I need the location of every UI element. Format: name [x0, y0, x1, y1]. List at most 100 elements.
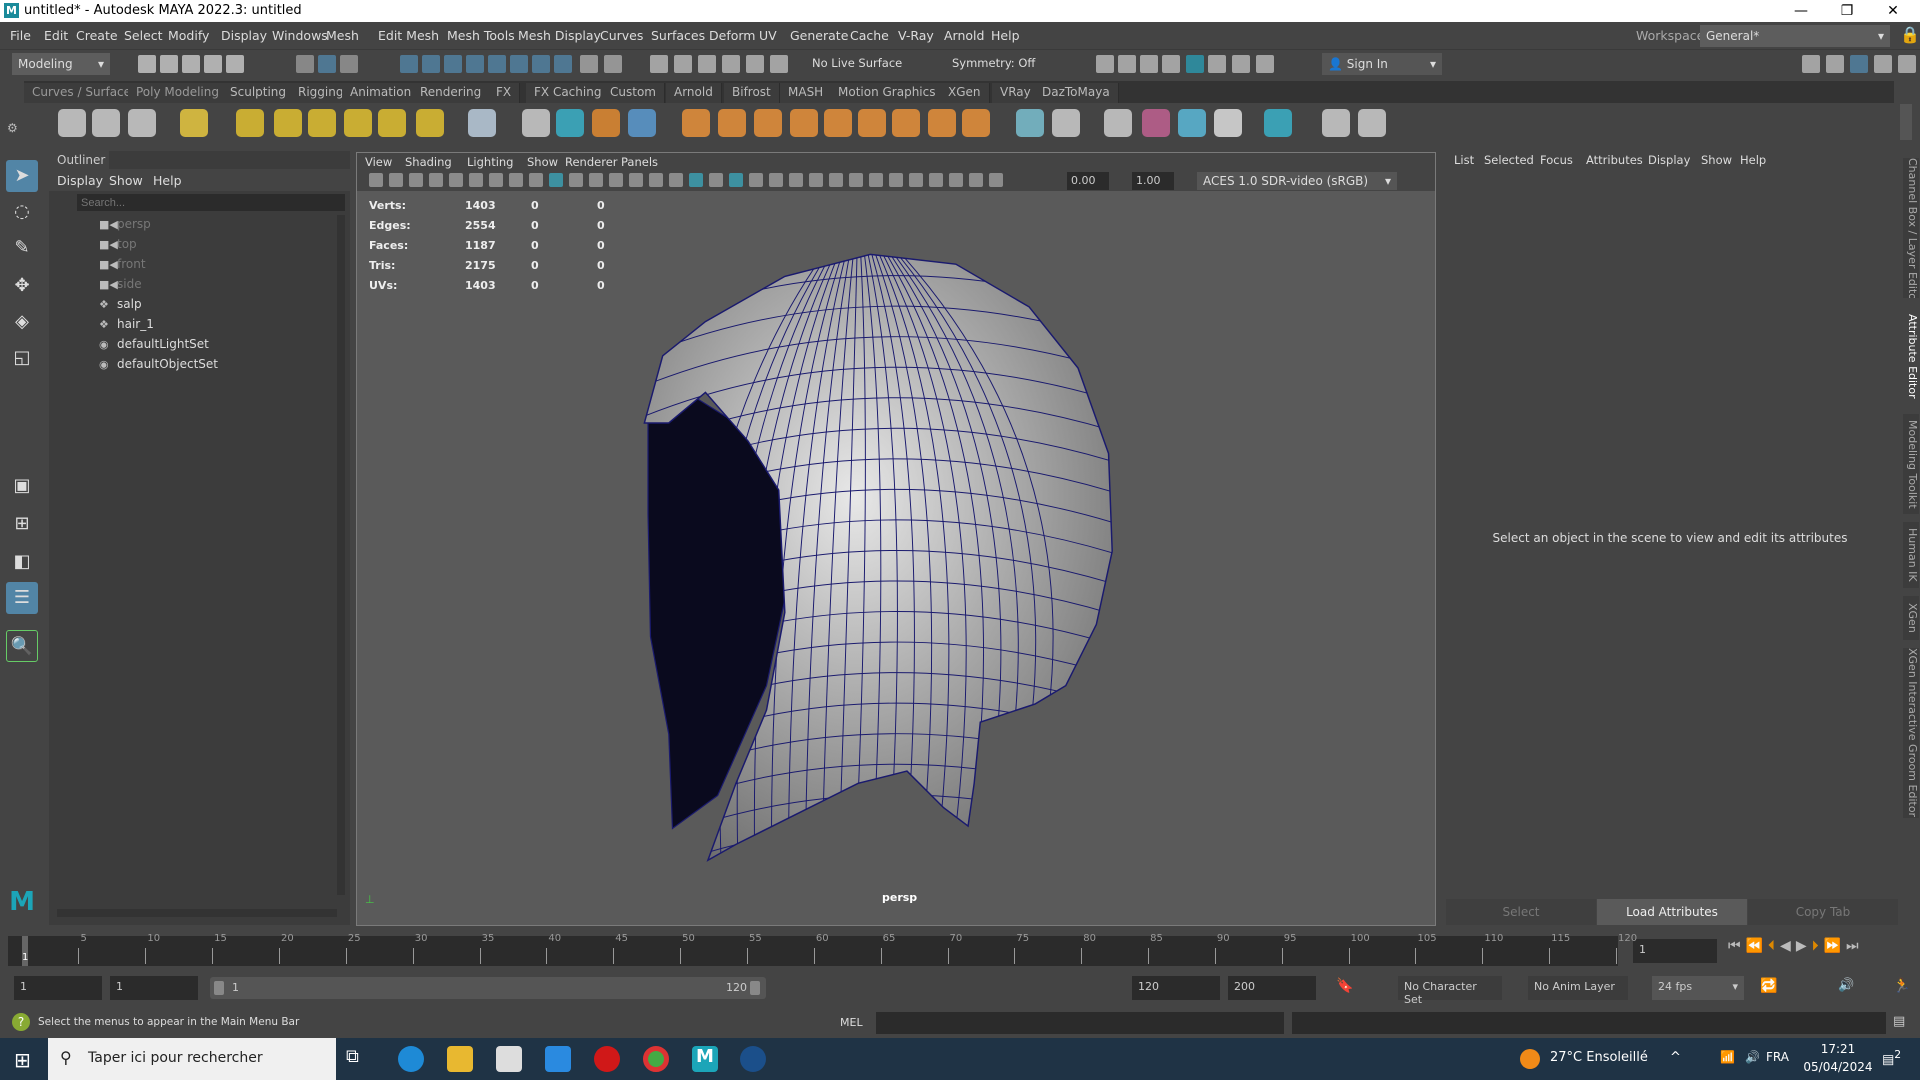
menu-select[interactable]: Select — [124, 28, 163, 43]
menu-create[interactable]: Create — [76, 28, 118, 43]
channel-box-toggle-icon[interactable] — [1898, 55, 1916, 73]
menu-edit-mesh[interactable]: Edit Mesh — [378, 28, 439, 43]
new-scene-icon[interactable] — [138, 55, 156, 73]
sun-light-icon[interactable] — [416, 109, 444, 137]
live-surface-label[interactable]: No Live Surface — [812, 56, 902, 70]
outliner-tab[interactable]: Outliner — [49, 151, 109, 169]
outliner-item[interactable]: ■◀top — [99, 237, 137, 251]
sphere-light-icon[interactable] — [308, 109, 336, 137]
hypershade-icon[interactable] — [1186, 55, 1204, 73]
outliner-menu-show[interactable]: Show — [109, 173, 143, 188]
shelf-tab-animation[interactable]: Animation — [342, 83, 421, 103]
outliner-item[interactable]: ■◀persp — [99, 217, 151, 231]
volume-icon[interactable]: 🔊 — [1745, 1050, 1760, 1064]
attribute-editor-menu-list[interactable]: List — [1454, 153, 1474, 167]
move-tool-icon[interactable]: ✥ — [6, 270, 38, 302]
shelf-tab-arnold[interactable]: Arnold — [666, 83, 722, 103]
render-settings-icon[interactable] — [1162, 55, 1180, 73]
menu-generate[interactable]: Generate — [790, 28, 848, 43]
select-button[interactable]: Select — [1446, 899, 1596, 925]
select-tool-icon[interactable]: ➤ — [6, 160, 38, 192]
lock-icon[interactable]: 🔒 — [1900, 25, 1920, 44]
outliner-item[interactable]: ■◀side — [99, 277, 142, 291]
range-end-handle[interactable] — [750, 981, 760, 995]
attribute-editor-menu-help[interactable]: Help — [1740, 153, 1766, 167]
menu-deform[interactable]: Deform — [709, 28, 755, 43]
help-snap-icon[interactable] — [554, 55, 572, 73]
outliner-item[interactable]: ■◀front — [99, 257, 146, 271]
step-forward-icon[interactable]: ⏩ — [1824, 938, 1846, 954]
character-set-dropdown[interactable]: No Character Set — [1398, 976, 1502, 1006]
skin-shader-icon[interactable] — [892, 109, 920, 137]
minimize-button[interactable]: — — [1778, 0, 1824, 22]
animation-prefs-icon[interactable]: 🏃 — [1893, 978, 1910, 994]
mail-icon[interactable] — [545, 1046, 571, 1072]
menu-mesh-tools[interactable]: Mesh Tools — [447, 28, 515, 43]
symmetry-dropdown[interactable]: Symmetry: Off — [952, 56, 1035, 70]
steam-icon[interactable] — [740, 1046, 766, 1072]
material-icon[interactable] — [1052, 109, 1080, 137]
snap-view-plane-icon[interactable] — [466, 55, 484, 73]
bookmark-icon[interactable]: 🔖 — [1336, 978, 1353, 994]
make-live-icon[interactable] — [488, 55, 506, 73]
export-standin-icon[interactable] — [556, 109, 584, 137]
region-icon[interactable] — [1264, 109, 1292, 137]
outliner-horizontal-scrollbar[interactable] — [57, 909, 337, 917]
sign-in-button[interactable]: 👤 Sign In ▾ — [1322, 53, 1442, 75]
arnold-render-icon[interactable] — [128, 109, 156, 137]
shelf-tab-vray[interactable]: VRay — [992, 83, 1040, 103]
current-frame-field[interactable]: 1 — [1633, 939, 1717, 963]
shelf-tab-fx-caching[interactable]: FX Caching — [526, 83, 611, 103]
menu-file[interactable]: File — [10, 28, 31, 43]
ipr-render-icon[interactable] — [1140, 55, 1158, 73]
outliner-vertical-scrollbar[interactable] — [337, 215, 345, 895]
stand-icon[interactable] — [928, 109, 956, 137]
input-ops-icon[interactable] — [674, 55, 692, 73]
redo-icon[interactable] — [226, 55, 244, 73]
menu-edit[interactable]: Edit — [44, 28, 68, 43]
side-tab-xgen[interactable]: XGen — [1903, 596, 1919, 640]
tool-settings-toggle-icon[interactable] — [1874, 55, 1892, 73]
scale-tool-icon[interactable]: ◱ — [6, 342, 38, 374]
menu-arnold[interactable]: Arnold — [944, 28, 984, 43]
rotate-tool-icon[interactable]: ◈ — [6, 306, 38, 338]
shelf-tab-custom[interactable]: Custom — [602, 83, 665, 103]
render-setup-icon[interactable] — [1208, 55, 1226, 73]
highlight-selection-icon[interactable] — [604, 55, 622, 73]
animation-start-field[interactable]: 1 — [14, 976, 102, 1000]
time-slider[interactable]: 1 1 ⏮⏪⏴◀▶⏵⏩⏭ 5 10 15 20 25 30 35 40 45 50 55 60 65 70… — [0, 930, 1920, 970]
chrome-icon[interactable] — [643, 1046, 669, 1072]
outliner-item[interactable]: ◉ defaultObjectSet — [99, 357, 218, 371]
language-indicator[interactable]: FRA — [1766, 1050, 1789, 1064]
restore-button[interactable]: ❐ — [1824, 0, 1870, 22]
prev-key-icon[interactable]: ⏴ — [1768, 938, 1780, 954]
gear-icon[interactable]: ⚙ — [7, 121, 18, 135]
attribute-editor-toggle-icon[interactable] — [1850, 55, 1868, 73]
shelf-tab-mash[interactable]: MASH — [780, 83, 833, 103]
menu-uv[interactable]: UV — [759, 28, 777, 43]
triangle-shader-icon[interactable] — [1016, 109, 1044, 137]
snap-point-icon[interactable] — [444, 55, 462, 73]
playback-start-field[interactable]: 1 — [110, 976, 198, 1000]
outliner-menu-help[interactable]: Help — [153, 173, 182, 188]
undo-icon[interactable] — [204, 55, 222, 73]
range-slider[interactable]: 1 120 — [210, 977, 766, 999]
shelf-scroll-icon[interactable] — [1900, 104, 1912, 140]
side-tab-modeling-toolkit[interactable]: Modeling Toolkit — [1903, 414, 1919, 514]
next-key-icon[interactable]: ⏵ — [1812, 938, 1824, 954]
loop-icon[interactable]: 🔁 — [1760, 978, 1777, 994]
playback-end-field[interactable]: 120 — [1132, 976, 1220, 1000]
lock-selection-icon[interactable] — [580, 55, 598, 73]
render-ops-icon[interactable] — [746, 55, 764, 73]
workspace-dropdown[interactable]: General* ▾ — [1700, 25, 1890, 47]
clock-date[interactable]: 05/04/2024 — [1803, 1060, 1873, 1074]
output-ops-icon[interactable] — [698, 55, 716, 73]
side-tab-attribute-editor[interactable]: Attribute Editor — [1903, 306, 1919, 406]
human-ik-toggle-icon[interactable] — [1826, 55, 1844, 73]
side-tab-xgen-interactive-groom-editor[interactable]: XGen Interactive Groom Editor — [1903, 648, 1919, 818]
edge-icon[interactable] — [398, 1046, 424, 1072]
animation-end-field[interactable]: 200 — [1228, 976, 1316, 1000]
menu-windows[interactable]: Windows — [272, 28, 328, 43]
shelf-tab-rendering[interactable]: Rendering — [412, 83, 491, 103]
dots-icon[interactable] — [1178, 109, 1206, 137]
